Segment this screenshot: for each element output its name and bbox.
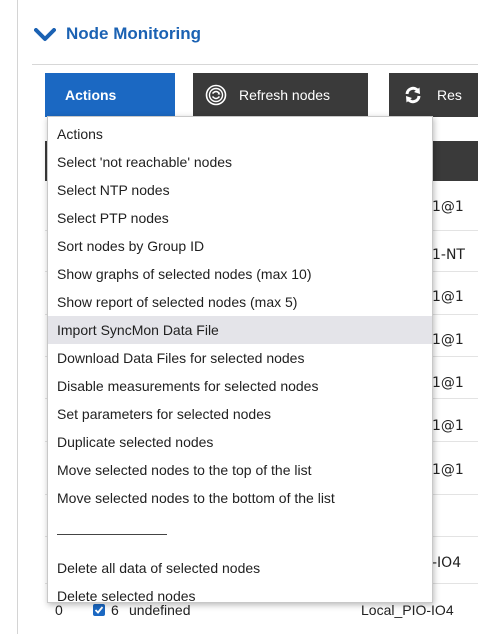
chevron-down-icon[interactable] [34,27,56,41]
menu-item-duplicate[interactable]: Duplicate selected nodes [48,428,432,456]
menu-separator [48,512,432,540]
menu-item-delete-nodes[interactable]: Delete selected nodes [48,582,432,610]
reset-button[interactable]: Res [389,73,478,117]
reset-button-label: Res [437,87,462,103]
separator-line [57,534,167,535]
refresh-nodes-label: Refresh nodes [239,87,331,103]
menu-item-select-ptp[interactable]: Select PTP nodes [48,204,432,232]
menu-item-move-bottom[interactable]: Move selected nodes to the bottom of the… [48,484,432,512]
menu-spacer [48,540,432,554]
section-header[interactable]: Node Monitoring [34,20,201,48]
menu-item-import-syncmon[interactable]: Import SyncMon Data File [48,316,432,344]
table-cell: 1@1 [432,418,464,434]
menu-item-download-data[interactable]: Download Data Files for selected nodes [48,344,432,372]
table-cell: 1@1 [432,289,464,305]
menu-item-delete-all-data[interactable]: Delete all data of selected nodes [48,554,432,582]
table-cell: 1@1 [432,462,464,478]
refresh-nodes-button[interactable]: Refresh nodes [193,73,368,117]
menu-item-show-graphs[interactable]: Show graphs of selected nodes (max 10) [48,260,432,288]
section-title: Node Monitoring [66,24,202,43]
menu-item-sort-by-group[interactable]: Sort nodes by Group ID [48,232,432,260]
header-divider [32,64,478,65]
menu-item-disable-measurements[interactable]: Disable measurements for selected nodes [48,372,432,400]
actions-dropdown-menu: Actions Select 'not reachable' nodes Sel… [47,116,433,604]
table-cell: -IO4 [432,555,462,571]
refresh-nodes-icon [205,84,227,106]
menu-item-move-top[interactable]: Move selected nodes to the top of the li… [48,456,432,484]
table-cell: 1-NT [432,247,465,263]
menu-item-show-report[interactable]: Show report of selected nodes (max 5) [48,288,432,316]
table-cell: 1@1 [432,332,464,348]
menu-item-actions[interactable]: Actions [48,120,432,148]
menu-item-set-parameters[interactable]: Set parameters for selected nodes [48,400,432,428]
reset-arrows-icon [403,85,423,105]
actions-button[interactable]: Actions [45,73,175,117]
menu-item-select-ntp[interactable]: Select NTP nodes [48,176,432,204]
table-cell: 1@1 [432,199,464,215]
table-cell: 1@1 [432,375,464,391]
actions-button-label: Actions [65,87,117,103]
menu-item-select-not-reachable[interactable]: Select 'not reachable' nodes [48,148,432,176]
